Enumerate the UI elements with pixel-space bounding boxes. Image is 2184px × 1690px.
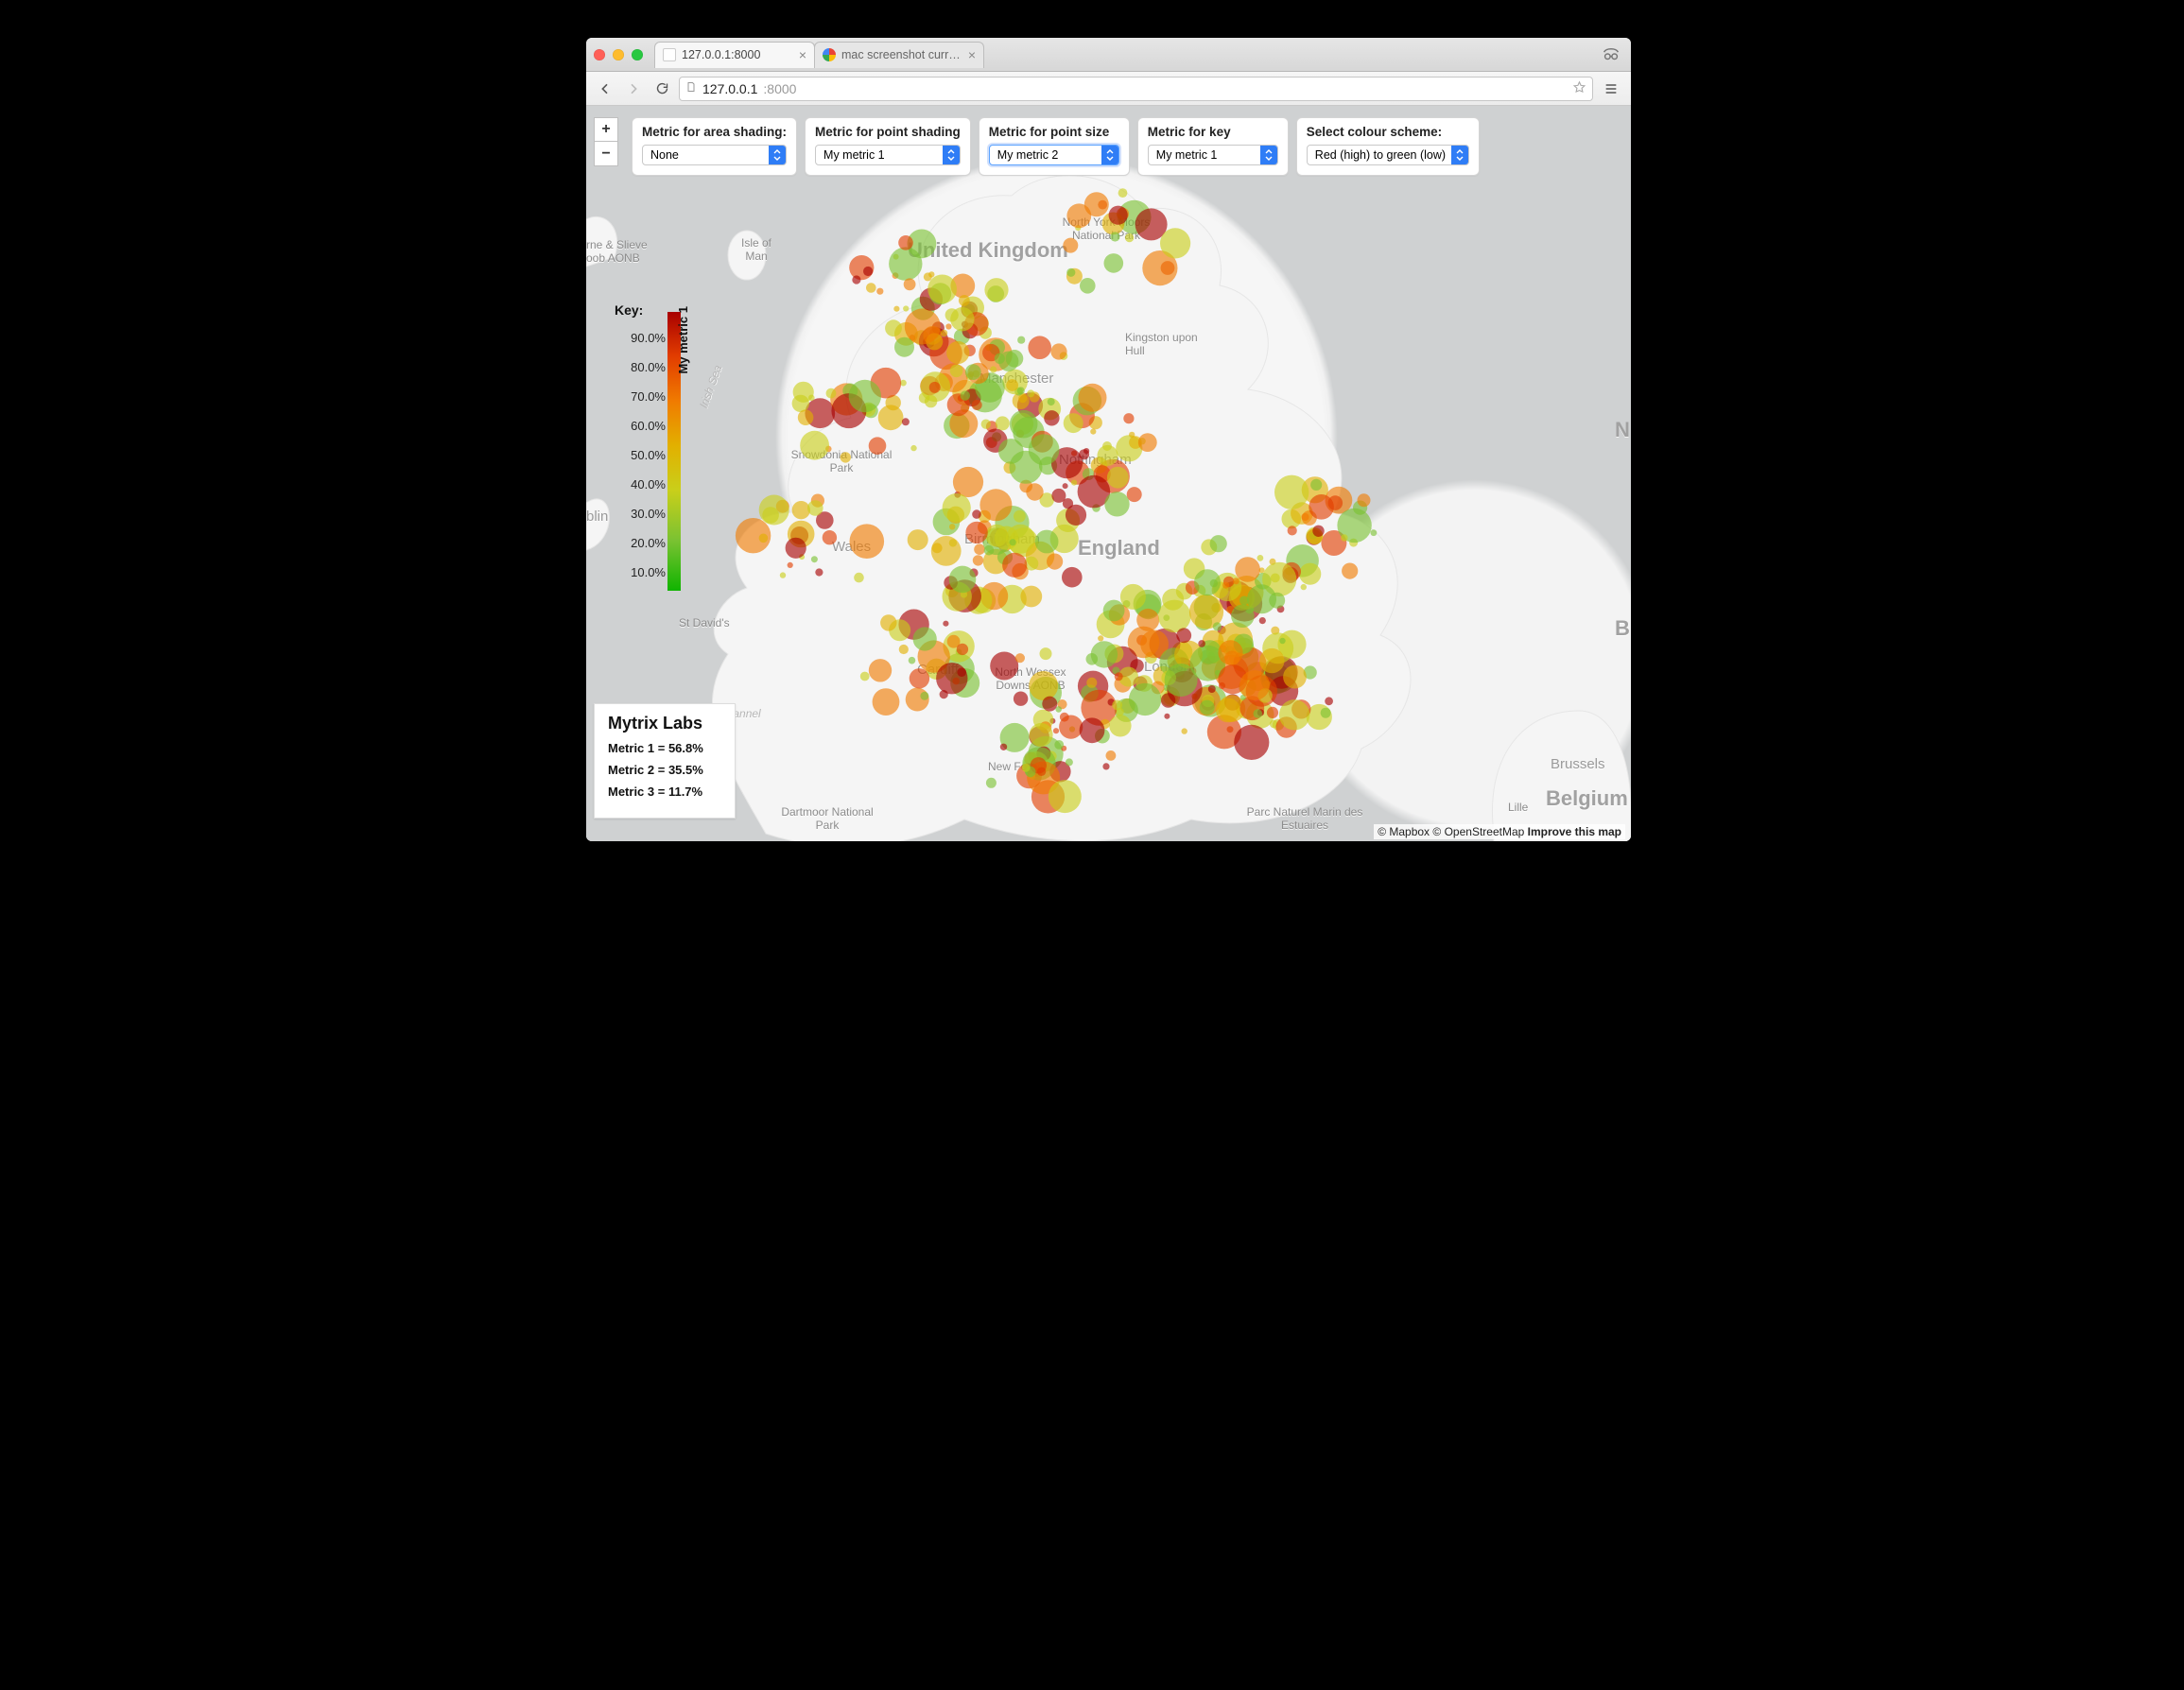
legend-axis-label: My metric 1 xyxy=(676,306,690,374)
legend-tick: 90.0% xyxy=(615,331,666,345)
maximize-window-button[interactable] xyxy=(632,49,643,60)
minimize-window-button[interactable] xyxy=(613,49,624,60)
panel-label: Select colour scheme: xyxy=(1307,125,1469,139)
address-bar[interactable]: 127.0.0.1 :8000 xyxy=(679,77,1593,101)
legend-title-box: Key: xyxy=(615,302,643,327)
info-card-title: Mytrix Labs xyxy=(608,714,721,733)
panel-area-shading: Metric for area shading: None xyxy=(632,117,797,176)
select-value: None xyxy=(650,148,769,162)
map-viewport[interactable]: United Kingdom England Belgium Wales Bir… xyxy=(586,106,1631,841)
close-tab-icon[interactable]: × xyxy=(799,48,806,61)
info-card: Mytrix Labs Metric 1 = 56.8% Metric 2 = … xyxy=(594,703,736,819)
tab-title: mac screenshot current wi… xyxy=(841,48,962,61)
google-favicon-icon xyxy=(823,48,836,61)
control-panels: Metric for area shading: None Metric for… xyxy=(632,117,1623,176)
chevron-updown-icon xyxy=(769,146,786,164)
nav-forward-button[interactable] xyxy=(622,78,645,100)
hamburger-menu-button[interactable] xyxy=(1599,77,1623,101)
panel-point-size: Metric for point size My metric 2 xyxy=(979,117,1130,176)
browser-window: 127.0.0.1:8000 × mac screenshot current … xyxy=(586,38,1631,841)
browser-tab-active[interactable]: 127.0.0.1:8000 × xyxy=(654,42,815,68)
legend-tick: 60.0% xyxy=(615,419,666,433)
tab-title: 127.0.0.1:8000 xyxy=(682,48,793,61)
info-card-line: Metric 1 = 56.8% xyxy=(608,741,721,755)
select-point-shading[interactable]: My metric 1 xyxy=(815,145,961,165)
select-value: My metric 2 xyxy=(997,148,1101,162)
window-traffic-lights xyxy=(594,49,643,60)
nav-back-button[interactable] xyxy=(594,78,616,100)
map-attribution: © Mapbox © OpenStreetMap Improve this ma… xyxy=(1374,824,1625,839)
attr-mapbox[interactable]: © Mapbox xyxy=(1378,825,1430,838)
panel-key-metric: Metric for key My metric 1 xyxy=(1137,117,1289,176)
select-key-metric[interactable]: My metric 1 xyxy=(1148,145,1278,165)
chevron-updown-icon xyxy=(1101,146,1118,164)
panel-label: Metric for point shading xyxy=(815,125,961,139)
zoom-in-button[interactable]: + xyxy=(594,117,618,142)
chevron-updown-icon xyxy=(1260,146,1277,164)
info-card-line: Metric 2 = 35.5% xyxy=(608,763,721,777)
legend-tick: 70.0% xyxy=(615,389,666,404)
select-value: My metric 1 xyxy=(823,148,943,162)
nav-reload-button[interactable] xyxy=(650,78,673,100)
legend-tick: 80.0% xyxy=(615,360,666,374)
legend-tick: 30.0% xyxy=(615,507,666,521)
legend-tick: 40.0% xyxy=(615,477,666,491)
close-window-button[interactable] xyxy=(594,49,605,60)
panel-label: Metric for key xyxy=(1148,125,1278,139)
incognito-icon xyxy=(1601,43,1621,69)
tab-strip: 127.0.0.1:8000 × mac screenshot current … xyxy=(586,38,1631,72)
attr-osm[interactable]: © OpenStreetMap xyxy=(1432,825,1524,838)
info-card-line: Metric 3 = 11.7% xyxy=(608,785,721,799)
panel-label: Metric for point size xyxy=(989,125,1119,139)
close-tab-icon[interactable]: × xyxy=(968,48,976,61)
panel-point-shading: Metric for point shading My metric 1 xyxy=(805,117,971,176)
select-value: Red (high) to green (low) xyxy=(1315,148,1451,162)
file-favicon-icon xyxy=(663,48,676,61)
legend-title: Key: xyxy=(615,302,643,318)
legend-tick: 10.0% xyxy=(615,565,666,579)
bookmark-star-icon[interactable] xyxy=(1572,80,1586,97)
url-port: :8000 xyxy=(763,81,796,96)
file-icon xyxy=(685,80,697,96)
map-point-layer xyxy=(586,106,1631,841)
select-value: My metric 1 xyxy=(1156,148,1260,162)
legend-tick: 50.0% xyxy=(615,448,666,462)
select-point-size[interactable]: My metric 2 xyxy=(989,145,1119,165)
attr-improve-link[interactable]: Improve this map xyxy=(1528,825,1621,838)
panel-colour-scheme: Select colour scheme: Red (high) to gree… xyxy=(1296,117,1480,176)
browser-tab-inactive[interactable]: mac screenshot current wi… × xyxy=(814,42,984,68)
select-area-shading[interactable]: None xyxy=(642,145,787,165)
panel-label: Metric for area shading: xyxy=(642,125,787,139)
select-colour-scheme[interactable]: Red (high) to green (low) xyxy=(1307,145,1469,165)
chevron-updown-icon xyxy=(943,146,960,164)
legend-tick: 20.0% xyxy=(615,536,666,550)
zoom-out-button[interactable]: − xyxy=(594,142,618,166)
nav-toolbar: 127.0.0.1 :8000 xyxy=(586,72,1631,106)
zoom-controls: + − xyxy=(594,117,618,166)
url-host: 127.0.0.1 xyxy=(702,81,757,96)
chevron-updown-icon xyxy=(1451,146,1468,164)
